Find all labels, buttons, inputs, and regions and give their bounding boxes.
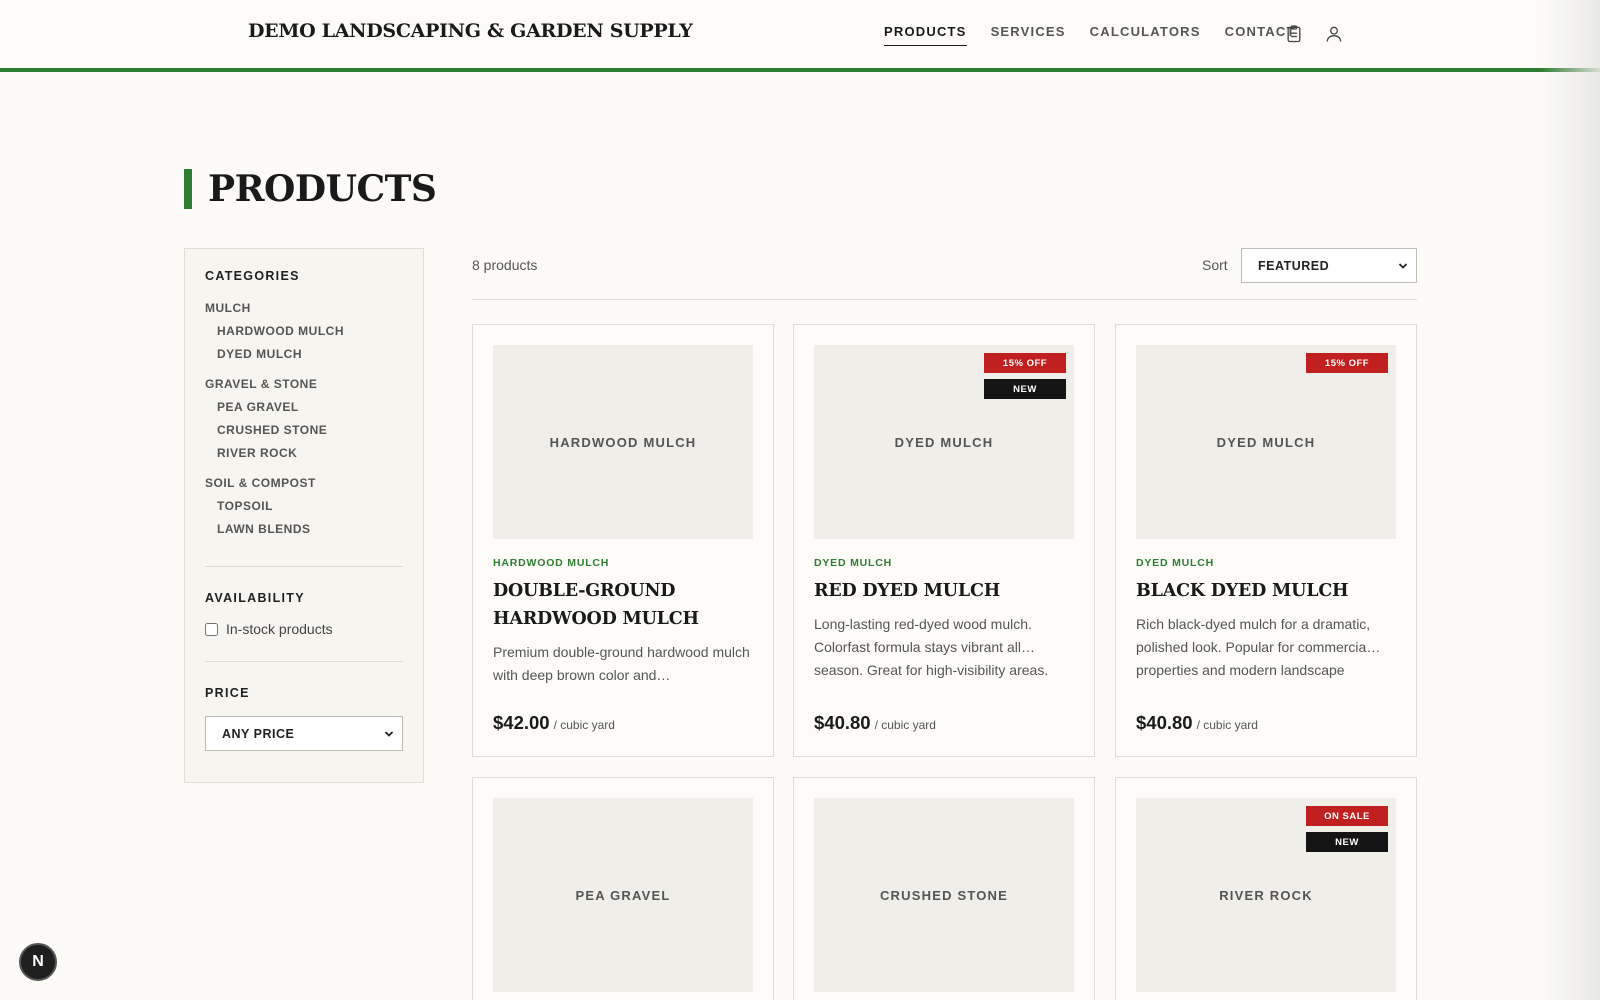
price-unit: / cubic yard: [874, 718, 936, 732]
category-crushed-stone[interactable]: CRUSHED STONE: [205, 420, 403, 443]
category-group: SOIL & COMPOST TOPSOIL LAWN BLENDS: [205, 474, 403, 542]
clipboard-icon[interactable]: [1283, 23, 1305, 45]
category-gravel-stone[interactable]: GRAVEL & STONE: [205, 375, 403, 397]
product-image-label: HARDWOOD MULCH: [549, 434, 697, 450]
price-select[interactable]: ANY PRICE: [205, 716, 403, 751]
product-image[interactable]: ON SALE NEW RIVER ROCK: [1136, 798, 1396, 992]
brand-logo[interactable]: DEMO LANDSCAPING & GARDEN SUPPLY: [248, 20, 693, 42]
site-header: DEMO LANDSCAPING & GARDEN SUPPLY PRODUCT…: [0, 0, 1600, 72]
product-image-label: DYED MULCH: [1216, 434, 1316, 450]
new-badge: NEW: [1306, 832, 1388, 852]
product-price: $40.80 / cubic yard: [1136, 712, 1258, 734]
category-river-rock[interactable]: RIVER ROCK: [205, 443, 403, 466]
toolbar-divider: [472, 299, 1417, 300]
badge-stack: ON SALE NEW: [1306, 806, 1388, 852]
price-value: $40.80: [814, 712, 871, 733]
product-image[interactable]: PEA GRAVEL: [493, 798, 753, 992]
nav-products[interactable]: PRODUCTS: [884, 24, 967, 46]
scroll-shade: [1540, 0, 1600, 1000]
product-image-label: PEA GRAVEL: [575, 887, 671, 903]
product-description: Premium double-ground hardwood mulch wit…: [493, 644, 750, 683]
product-image[interactable]: CRUSHED STONE: [814, 798, 1074, 992]
sort-label: Sort: [1202, 257, 1228, 273]
category-group: GRAVEL & STONE PEA GRAVEL CRUSHED STONE …: [205, 375, 403, 466]
product-image[interactable]: HARDWOOD MULCH: [493, 345, 753, 539]
category-mulch[interactable]: MULCH: [205, 299, 403, 321]
user-icon[interactable]: [1323, 23, 1345, 45]
badge-stack: 15% OFF: [1306, 353, 1388, 373]
in-stock-checkbox[interactable]: [205, 622, 218, 636]
discount-badge: 15% OFF: [984, 353, 1066, 373]
nav-calculators[interactable]: CALCULATORS: [1090, 24, 1201, 46]
availability-heading: AVAILABILITY: [205, 591, 305, 605]
product-price: $42.00 / cubic yard: [493, 712, 615, 734]
product-card[interactable]: 15% OFF NEW DYED MULCH DYED MULCH RED DY…: [793, 324, 1095, 757]
chevron-down-icon: [1398, 262, 1408, 269]
nav-services[interactable]: SERVICES: [991, 24, 1066, 46]
categories-heading: CATEGORIES: [205, 269, 300, 283]
product-price: $40.80 / cubic yard: [814, 712, 936, 734]
product-image-label: DYED MULCH: [894, 434, 994, 450]
product-image[interactable]: 15% OFF NEW DYED MULCH: [814, 345, 1074, 539]
sale-badge: ON SALE: [1306, 806, 1388, 826]
in-stock-filter[interactable]: In-stock products: [205, 621, 403, 637]
category-topsoil[interactable]: TOPSOIL: [205, 496, 403, 519]
price-select-value: ANY PRICE: [222, 726, 295, 741]
category-soil-compost[interactable]: SOIL & COMPOST: [205, 474, 403, 496]
badge-stack: 15% OFF NEW: [984, 353, 1066, 399]
price-unit: / cubic yard: [1196, 718, 1258, 732]
discount-badge: 15% OFF: [1306, 353, 1388, 373]
product-description: Long-lasting red-dyed wood mulch. Colorf…: [814, 616, 1049, 678]
product-image[interactable]: 15% OFF DYED MULCH: [1136, 345, 1396, 539]
product-image-label: RIVER ROCK: [1219, 887, 1313, 903]
dev-tools-badge[interactable]: N: [19, 943, 57, 981]
page-title-wrap: PRODUCTS: [184, 168, 437, 210]
in-stock-label: In-stock products: [226, 621, 333, 637]
price-unit: / cubic yard: [553, 718, 615, 732]
category-hardwood-mulch[interactable]: HARDWOOD MULCH: [205, 321, 403, 344]
product-name[interactable]: RED DYED MULCH: [814, 577, 1074, 605]
product-image-label: CRUSHED STONE: [879, 887, 1009, 903]
product-card[interactable]: CRUSHED STONE: [793, 777, 1095, 1000]
chevron-down-icon: [384, 730, 394, 737]
price-value: $42.00: [493, 712, 550, 733]
filter-sidebar: CATEGORIES MULCH HARDWOOD MULCH DYED MUL…: [184, 248, 424, 783]
category-group: MULCH HARDWOOD MULCH DYED MULCH: [205, 299, 403, 367]
product-category: DYED MULCH: [814, 557, 892, 569]
product-category: HARDWOOD MULCH: [493, 557, 610, 569]
product-card[interactable]: ON SALE NEW RIVER ROCK: [1115, 777, 1417, 1000]
sidebar-divider: [205, 661, 403, 662]
product-category: DYED MULCH: [1136, 557, 1214, 569]
product-name[interactable]: DOUBLE-GROUND HARDWOOD MULCH: [493, 577, 753, 633]
category-dyed-mulch[interactable]: DYED MULCH: [205, 344, 403, 367]
new-badge: NEW: [984, 379, 1066, 399]
price-heading: PRICE: [205, 686, 250, 700]
main-nav: PRODUCTS SERVICES CALCULATORS CONTACT: [884, 24, 1296, 46]
category-pea-gravel[interactable]: PEA GRAVEL: [205, 397, 403, 420]
title-accent-bar: [184, 169, 192, 209]
sidebar-divider: [205, 566, 403, 567]
price-value: $40.80: [1136, 712, 1193, 733]
product-name[interactable]: BLACK DYED MULCH: [1136, 577, 1396, 605]
sort-select-value: FEATURED: [1258, 258, 1330, 273]
product-description: Rich black-dyed mulch for a dramatic, po…: [1136, 616, 1381, 678]
product-count: 8 products: [472, 257, 538, 273]
category-lawn-blends[interactable]: LAWN BLENDS: [205, 519, 403, 542]
product-card[interactable]: PEA GRAVEL: [472, 777, 774, 1000]
sort-select[interactable]: FEATURED: [1241, 248, 1417, 283]
product-card[interactable]: HARDWOOD MULCH HARDWOOD MULCH DOUBLE-GRO…: [472, 324, 774, 757]
page-title: PRODUCTS: [208, 168, 437, 210]
product-card[interactable]: 15% OFF DYED MULCH DYED MULCH BLACK DYED…: [1115, 324, 1417, 757]
